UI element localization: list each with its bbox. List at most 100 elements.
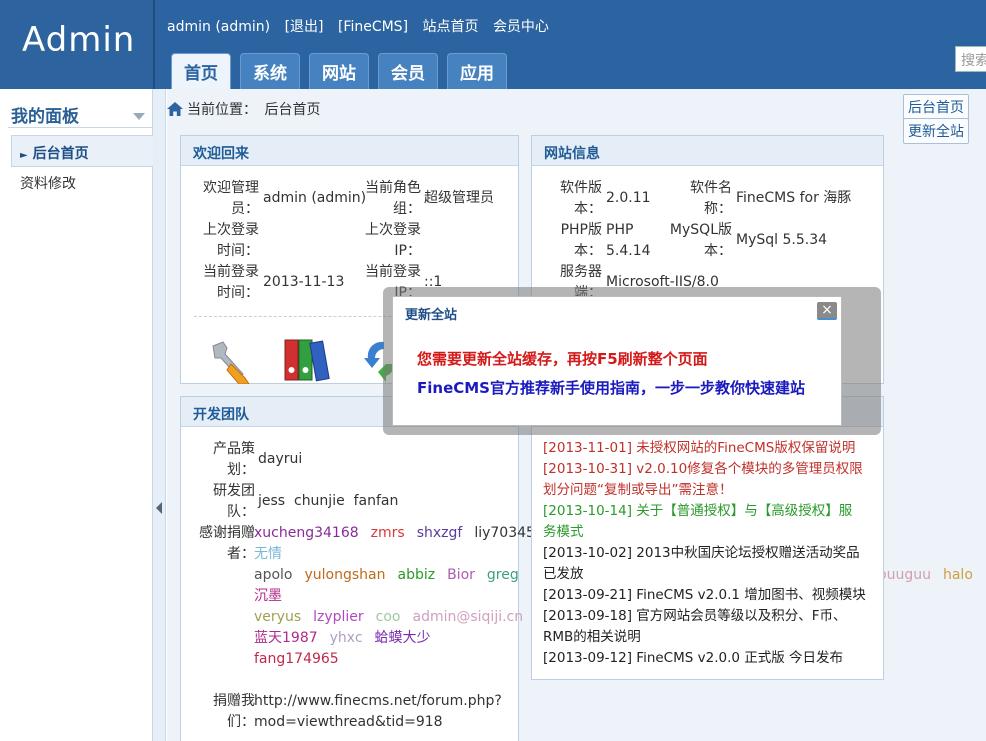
tab-home[interactable]: 首页 (171, 53, 231, 89)
label-donate: 捐赠我 们： (213, 693, 255, 730)
news-item[interactable]: [2013-10-31] v2.0.10修复各个模块的多管理员权限 (543, 459, 878, 480)
news-item[interactable]: 务模式 (543, 522, 878, 543)
tab-website[interactable]: 网站 (309, 53, 369, 89)
value-admin: admin (admin) (263, 190, 367, 206)
breadcrumb-prefix: 当前位置： (187, 102, 257, 118)
chevron-down-icon[interactable] (133, 113, 145, 120)
sidebar: 我的面板 ► 后台首页 资料修改 (0, 89, 153, 741)
donor-name: xucheng34168 (254, 525, 359, 541)
label-current-login-time: 当前登录 时间： (203, 264, 259, 301)
collapse-left-icon[interactable] (156, 502, 162, 514)
donor-name: abbiz (397, 567, 436, 583)
donor-name: admin@siqiji.cn (412, 609, 524, 625)
site-home-link[interactable]: 站点首页 (422, 19, 478, 35)
news-item[interactable]: [2013-09-21] FineCMS v2.0.1 增加图书、视频模块 (543, 585, 878, 606)
label-product: 产品策 划： (213, 441, 255, 478)
modal-message[interactable]: 您需要更新全站缓存，再按F5刷新整个页面 (417, 348, 708, 369)
value-software-name: FineCMS for 海豚 (736, 190, 852, 206)
breadcrumb: 当前位置： 后台首页 (167, 99, 320, 119)
team-panel: 开发团队 产品策 划： dayrui 研发团 队： jess chunjie fan… (180, 396, 973, 741)
donor-name: fang174965 (254, 651, 339, 667)
label-last-login-ip: 上次登录 IP： (365, 222, 421, 259)
donor-name: yulongshan (304, 567, 386, 583)
news-item[interactable]: [2013-11-01] 未授权网站的FineCMS版权保留说明 (543, 438, 878, 459)
value-role: 超级管理员 (424, 190, 494, 206)
donor-name: yhxc (329, 630, 363, 646)
home-button[interactable]: 后台首页 (903, 94, 969, 120)
news-item[interactable]: [2013-09-18] 官方网站会员等级以及积分、F币、 (543, 606, 878, 627)
news-item[interactable]: [2013-09-12] FineCMS v2.0.0 正式版 今日发布 (543, 648, 878, 669)
sidebar-item-label: 后台首页 (32, 146, 89, 162)
label-role: 当前角色 组： (365, 180, 421, 217)
brand-link[interactable]: [FineCMS] (338, 19, 408, 35)
donor-name: Bior (447, 567, 475, 583)
donor-name: liy70345 (474, 525, 535, 541)
header-divider (153, 0, 155, 89)
home-icon (167, 102, 183, 116)
caret-right-icon: ► (20, 150, 28, 161)
sidebar-collapse-bar[interactable] (153, 89, 166, 741)
donor-name: 无情 (254, 546, 282, 562)
label-last-login-time: 上次登录 时间： (203, 222, 259, 259)
donor-name: halo (942, 567, 973, 583)
donor-name: greg (486, 567, 519, 583)
logout-link[interactable]: [退出] (285, 19, 324, 35)
value-software-version: 2.0.11 (606, 190, 651, 206)
news-panel: [2013-11-01] 未授权网站的FineCMS版权保留说明 [2013-10… (531, 396, 884, 680)
tab-apps[interactable]: 应用 (447, 53, 507, 89)
donor-name: lzyplier (313, 609, 364, 625)
user-name: admin (admin) (167, 19, 271, 35)
panel-title: 网站信息 (532, 136, 883, 166)
value-mysql-version: MySql 5.5.34 (736, 232, 828, 248)
breadcrumb-current: 后台首页 (264, 102, 321, 118)
update-site-modal: 更新全站 × 您需要更新全站缓存，再按F5刷新整个页面 FineCMS官方推荐新… (392, 296, 842, 426)
modal-title: 更新全站 (405, 308, 458, 323)
wrench-icon[interactable] (209, 340, 253, 384)
donor-name: 蓝天1987 (254, 630, 318, 646)
news-item[interactable]: [2013-10-02] 2013中秋国庆论坛授权赠送活动奖品 (543, 543, 878, 564)
logo: Admin (0, 0, 153, 89)
sidebar-item-dashboard[interactable]: ► 后台首页 (11, 135, 153, 167)
value-current-login-time: 2013-11-13 (263, 274, 345, 290)
label-mysql-version: MySQL版 本： (669, 222, 732, 259)
donor-name: veryus (254, 609, 302, 625)
donor-name: coo (375, 609, 401, 625)
news-list: [2013-11-01] 未授权网站的FineCMS版权保留说明 [2013-10… (543, 438, 878, 669)
tab-system[interactable]: 系统 (240, 53, 300, 89)
close-icon[interactable]: × (817, 302, 837, 320)
sidebar-title: 我的面板 (11, 107, 79, 127)
sidebar-item-profile[interactable]: 资料修改 (20, 173, 76, 193)
main-tabs: 首页 系统 网站 会员 应用 (171, 53, 516, 89)
value-dev-team: jess chunjie fanfan (258, 493, 399, 509)
donor-name: buuguu (877, 567, 931, 583)
value-php-version: PHP 5.4.14 (606, 222, 651, 259)
news-item[interactable]: 已发放 (543, 564, 878, 585)
donor-name: 沉墨 (254, 588, 282, 604)
search-input[interactable]: 搜索 (955, 46, 986, 72)
label-php-version: PHP版 本： (560, 222, 602, 259)
news-item[interactable]: 划分问题“复制或导出”需注意！ (543, 480, 878, 501)
label-welcome: 欢迎管理 员： (203, 180, 259, 217)
label-software-version: 软件版 本： (560, 180, 602, 217)
top-bar: Admin admin (admin) [退出] [FineCMS] 站点首页 … (0, 0, 986, 89)
value-product: dayrui (258, 451, 303, 467)
tab-member[interactable]: 会员 (378, 53, 438, 89)
panel-title: 欢迎回来 (181, 136, 518, 166)
donor-name: zmrs (370, 525, 405, 541)
donor-name: shxzgf (416, 525, 463, 541)
news-item[interactable]: RMB的相关说明 (543, 627, 878, 648)
guide-link[interactable]: FineCMS官方推荐新手使用指南，一步一步教你快速建站 (417, 377, 805, 398)
donor-name: apolo (254, 567, 293, 583)
binders-icon[interactable] (284, 336, 330, 382)
label-software-name: 软件名 称： (690, 180, 732, 217)
member-center-link[interactable]: 会员中心 (493, 19, 549, 35)
top-links: admin (admin) [退出] [FineCMS] 站点首页 会员中心 (167, 16, 559, 36)
label-donors: 感谢捐赠 者： (199, 525, 255, 562)
divider (8, 127, 153, 128)
donor-list: xucheng34168zmrsshxzgfliy70345sgl36180无情… (254, 523, 973, 670)
donate-link[interactable]: http://www.finecms.net/forum.php? mod=vie… (254, 691, 502, 733)
label-dev-team: 研发团 队： (213, 483, 255, 520)
news-item[interactable]: [2013-10-14] 关于【普通授权】与【高级授权】服 (543, 501, 878, 522)
donor-name: 蛤蟆大少 (374, 630, 431, 646)
update-site-button[interactable]: 更新全站 (903, 118, 969, 144)
